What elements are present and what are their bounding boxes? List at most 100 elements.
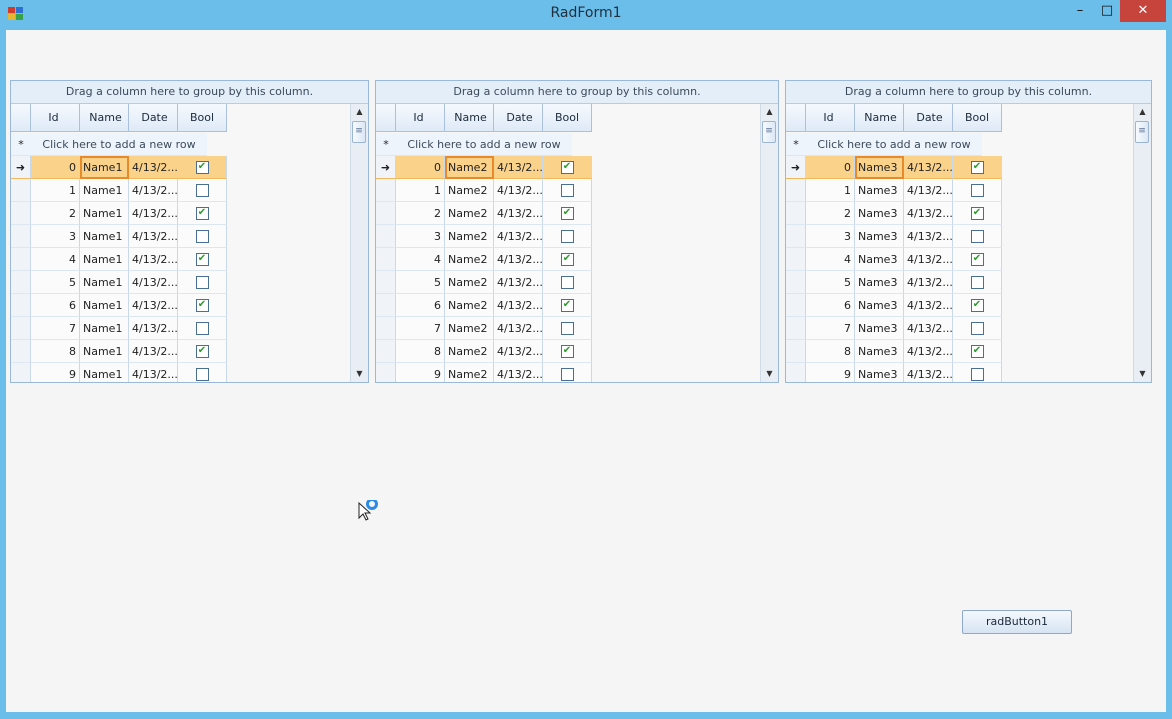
scroll-thumb[interactable]: ≡ [1135,121,1149,143]
table-row[interactable]: 2 Name1 4/13/2... ✔ [11,202,227,225]
row-indicator[interactable] [786,317,806,340]
cell-id[interactable]: 8 [806,340,855,363]
row-indicator[interactable] [786,294,806,317]
cell-name[interactable]: Name1 [80,363,129,382]
vertical-scrollbar[interactable]: ▲ ≡ ▼ [760,104,778,382]
group-by-panel[interactable]: Drag a column here to group by this colu… [11,81,368,104]
scroll-down-arrow-icon[interactable]: ▼ [1134,366,1151,382]
table-row[interactable]: ➜ 0 Name3 4/13/2... ✔ [786,156,1002,179]
cell-bool[interactable] [178,317,227,340]
column-header-name[interactable]: Name [855,104,904,132]
column-header-name[interactable]: Name [80,104,129,132]
unchecked-checkbox[interactable] [970,183,984,197]
checked-checkbox[interactable]: ✔ [560,252,574,266]
cell-id[interactable]: 7 [31,317,80,340]
cell-name[interactable]: Name2 [445,179,494,202]
unchecked-checkbox[interactable] [560,367,574,381]
cell-id[interactable]: 6 [31,294,80,317]
scroll-down-arrow-icon[interactable]: ▼ [761,366,778,382]
cell-name[interactable]: Name1 [80,202,129,225]
cell-bool[interactable] [953,271,1002,294]
cell-id[interactable]: 0 [31,156,80,179]
column-header-date[interactable]: Date [904,104,953,132]
row-indicator[interactable] [786,248,806,271]
cell-date[interactable]: 4/13/2... [129,156,178,179]
checked-checkbox[interactable]: ✔ [970,206,984,220]
cell-name[interactable]: Name3 [855,179,904,202]
cell-name[interactable]: Name3 [855,363,904,382]
column-header-date[interactable]: Date [494,104,543,132]
column-header-id[interactable]: Id [806,104,855,132]
cell-bool[interactable]: ✔ [543,156,592,179]
column-header-bool[interactable]: Bool [178,104,227,132]
cell-name[interactable]: Name3 [855,202,904,225]
unchecked-checkbox[interactable] [970,321,984,335]
cell-name[interactable]: Name3 [855,225,904,248]
cell-id[interactable]: 4 [396,248,445,271]
cell-id[interactable]: 5 [396,271,445,294]
table-row[interactable]: 8 Name2 4/13/2... ✔ [376,340,592,363]
table-row[interactable]: 9 Name1 4/13/2... [11,363,227,382]
add-new-row[interactable]: * Click here to add a new row [786,133,982,156]
table-row[interactable]: 7 Name2 4/13/2... [376,317,592,340]
cell-id[interactable]: 2 [396,202,445,225]
row-indicator[interactable] [786,225,806,248]
cell-date[interactable]: 4/13/2... [904,248,953,271]
cell-id[interactable]: 3 [396,225,445,248]
cell-date[interactable]: 4/13/2... [494,225,543,248]
row-indicator[interactable] [11,179,31,202]
cell-id[interactable]: 2 [806,202,855,225]
cell-bool[interactable] [543,179,592,202]
row-indicator[interactable] [786,202,806,225]
cell-date[interactable]: 4/13/2... [494,202,543,225]
row-indicator[interactable] [376,317,396,340]
cell-id[interactable]: 7 [806,317,855,340]
cell-bool[interactable] [543,271,592,294]
grid-view-1[interactable]: Drag a column here to group by this colu… [10,80,369,383]
unchecked-checkbox[interactable] [560,275,574,289]
scroll-thumb[interactable]: ≡ [762,121,776,143]
cell-date[interactable]: 4/13/2... [904,340,953,363]
column-header-date[interactable]: Date [129,104,178,132]
cell-name[interactable]: Name2 [445,225,494,248]
table-row[interactable]: 7 Name3 4/13/2... [786,317,1002,340]
cell-id[interactable]: 8 [31,340,80,363]
table-row[interactable]: 1 Name3 4/13/2... [786,179,1002,202]
scroll-up-arrow-icon[interactable]: ▲ [1134,104,1151,120]
add-new-row[interactable]: * Click here to add a new row [376,133,572,156]
row-indicator[interactable] [11,202,31,225]
cell-date[interactable]: 4/13/2... [129,363,178,382]
unchecked-checkbox[interactable] [195,275,209,289]
checked-checkbox[interactable]: ✔ [195,160,209,174]
cell-date[interactable]: 4/13/2... [904,317,953,340]
cell-bool[interactable] [178,179,227,202]
column-header-bool[interactable]: Bool [953,104,1002,132]
cell-name[interactable]: Name3 [855,317,904,340]
cell-name[interactable]: Name2 [445,340,494,363]
checked-checkbox[interactable]: ✔ [560,160,574,174]
close-button[interactable]: ✕ [1120,0,1166,22]
checked-checkbox[interactable]: ✔ [560,298,574,312]
cell-name[interactable]: Name3 [855,294,904,317]
cell-bool[interactable] [953,179,1002,202]
cell-bool[interactable] [543,317,592,340]
cell-date[interactable]: 4/13/2... [129,225,178,248]
cell-id[interactable]: 1 [806,179,855,202]
cell-bool[interactable]: ✔ [953,202,1002,225]
cell-id[interactable]: 5 [806,271,855,294]
cell-id[interactable]: 9 [806,363,855,382]
cell-name[interactable]: Name1 [80,179,129,202]
cell-name[interactable]: Name3 [855,156,904,179]
cell-bool[interactable]: ✔ [953,294,1002,317]
cell-bool[interactable]: ✔ [178,294,227,317]
checked-checkbox[interactable]: ✔ [970,298,984,312]
row-indicator[interactable] [11,225,31,248]
table-row[interactable]: 4 Name1 4/13/2... ✔ [11,248,227,271]
table-row[interactable]: 3 Name2 4/13/2... [376,225,592,248]
cell-date[interactable]: 4/13/2... [129,202,178,225]
rad-button-1[interactable]: radButton1 [962,610,1072,634]
minimize-button[interactable]: – [1066,0,1094,22]
cell-date[interactable]: 4/13/2... [129,340,178,363]
row-indicator[interactable] [376,340,396,363]
cell-name[interactable]: Name1 [80,271,129,294]
